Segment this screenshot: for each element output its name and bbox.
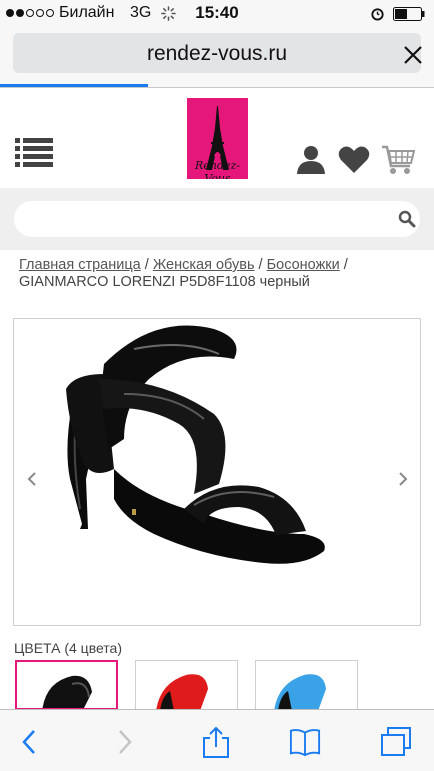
swatch-thumbnail: [156, 674, 208, 709]
cart-icon[interactable]: [381, 144, 415, 176]
forward-icon[interactable]: [108, 726, 140, 758]
swatch-thumbnail: [42, 675, 92, 708]
site-header: Rendez-Vous: [0, 88, 434, 188]
breadcrumb-sandals[interactable]: Босоножки: [267, 257, 340, 273]
search-section: [0, 188, 434, 250]
breadcrumb-current: GIANMARCO LORENZI P5D8F1108 черный: [19, 274, 310, 290]
color-swatch-blue[interactable]: [255, 660, 358, 710]
status-time: 15:40: [195, 3, 239, 22]
alarm-icon: [371, 8, 384, 21]
chevron-right-icon[interactable]: [398, 472, 408, 486]
search-icon[interactable]: [398, 210, 416, 228]
browser-address-bar: rendez-vous.ru: [0, 28, 434, 88]
heart-icon[interactable]: [338, 144, 370, 174]
status-bar: Билайн 3G 15:40: [0, 0, 434, 28]
browser-toolbar: [0, 709, 434, 771]
share-icon[interactable]: [200, 726, 232, 758]
breadcrumb: Главная страница / Женская обувь / Босон…: [19, 257, 348, 290]
product-gallery: [13, 318, 421, 626]
swatch-thumbnail: [274, 674, 326, 709]
tabs-icon[interactable]: [380, 726, 412, 758]
url-field[interactable]: rendez-vous.ru: [13, 33, 423, 73]
search-input[interactable]: [14, 201, 420, 237]
color-swatch-red[interactable]: [135, 660, 238, 710]
back-icon[interactable]: [14, 726, 46, 758]
bookmarks-icon[interactable]: [289, 726, 321, 758]
breadcrumb-women-shoes[interactable]: Женская обувь: [153, 257, 255, 273]
product-image[interactable]: [44, 319, 344, 627]
menu-icon[interactable]: [15, 136, 53, 168]
chevron-left-icon[interactable]: [27, 472, 37, 486]
user-icon[interactable]: [296, 144, 326, 174]
site-logo[interactable]: Rendez-Vous: [187, 98, 248, 179]
color-swatch-black[interactable]: [15, 660, 118, 710]
breadcrumb-home[interactable]: Главная страница: [19, 257, 141, 273]
url-text: rendez-vous.ru: [146, 42, 288, 65]
close-icon[interactable]: [403, 45, 423, 65]
colors-title: ЦВЕТА (4 цвета): [14, 640, 123, 656]
logo-text: Rendez-Vous: [195, 159, 240, 179]
battery-icon: [393, 7, 425, 21]
